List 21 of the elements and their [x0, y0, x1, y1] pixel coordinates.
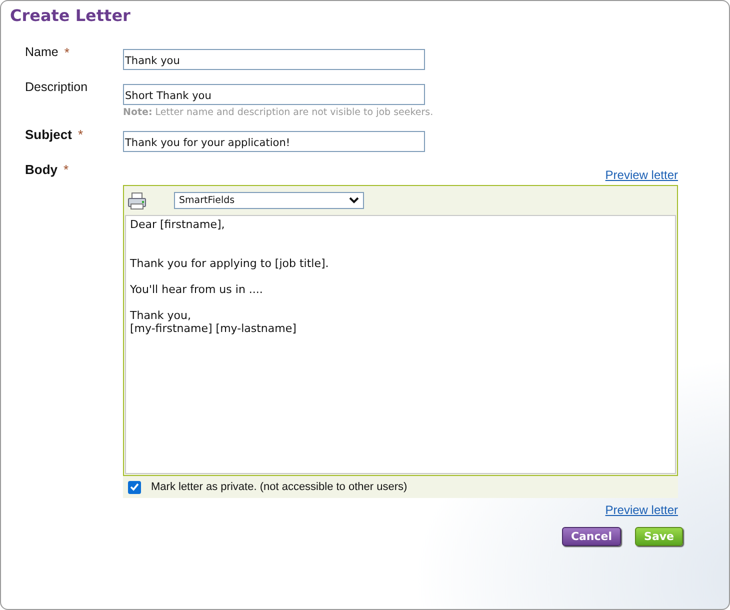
- cancel-button[interactable]: Cancel: [562, 527, 622, 546]
- body-editor[interactable]: Dear [firstname], Thank you for applying to [job title]. You'll hear from us in .... Thank you, [my-firstname] [my-lastname]: [125, 215, 676, 474]
- text-field[interactable]: Thank you: [123, 49, 425, 70]
- field-label: Description: [25, 80, 88, 94]
- preview-link[interactable]: Preview letter: [605, 503, 678, 517]
- preview-link[interactable]: Preview letter: [605, 168, 678, 182]
- text-field[interactable]: Thank you for your application!: [123, 131, 425, 152]
- note-text: Note: Letter name and description are not visible to job seekers.: [123, 107, 434, 118]
- checkbox-label: Mark letter as private. (not accessible to other users): [151, 481, 408, 493]
- smartfields-dropdown[interactable]: SmartFields: [174, 192, 364, 209]
- required-mark: *: [64, 45, 70, 60]
- printer-icon[interactable]: [127, 192, 147, 210]
- field-label: Subject: [25, 127, 72, 142]
- text-field[interactable]: Short Thank you: [123, 84, 425, 105]
- field-label: Name: [25, 45, 58, 59]
- private-checkbox[interactable]: [128, 480, 141, 494]
- field-label: Body: [25, 162, 58, 177]
- required-mark: *: [78, 127, 84, 142]
- window-title: Create Letter: [9, 5, 132, 25]
- chevron-down-icon: [349, 197, 359, 204]
- required-mark: *: [64, 162, 69, 177]
